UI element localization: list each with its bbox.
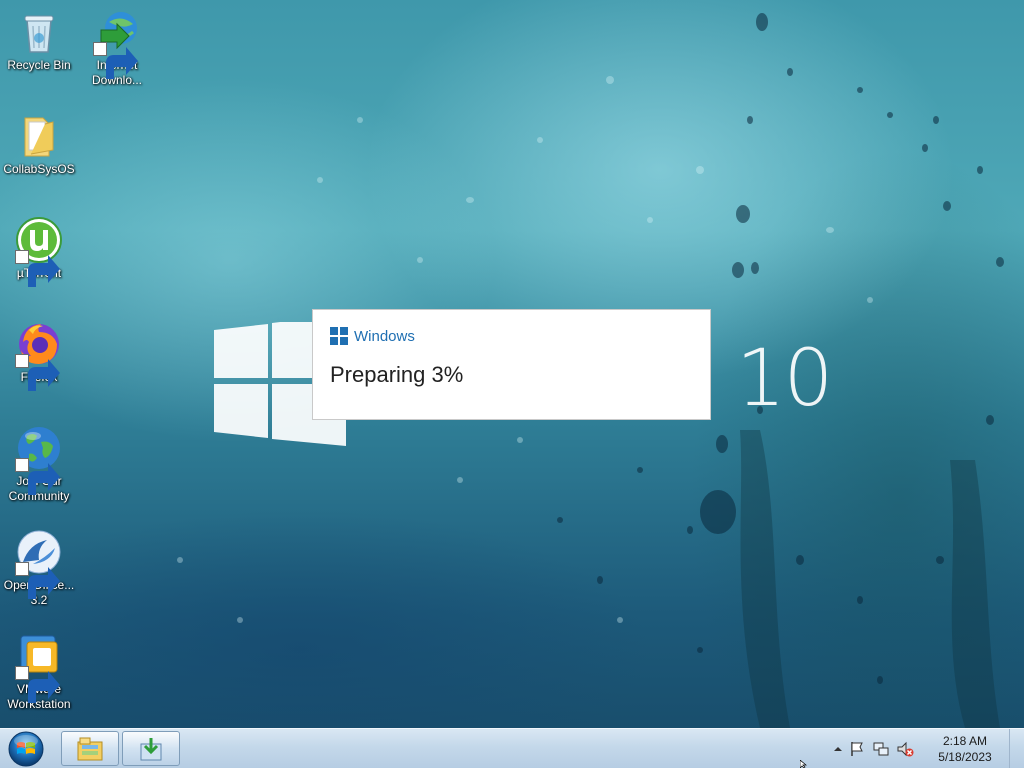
- desktop-icon-recycle-bin[interactable]: Recycle Bin: [1, 8, 77, 73]
- progress-status-text: Preparing 3%: [330, 362, 464, 387]
- shortcut-arrow-icon: [15, 354, 60, 391]
- shortcut-arrow-icon: [15, 562, 60, 599]
- taskbar: 2:18 AM 5/18/2023: [0, 728, 1024, 768]
- system-tray: 2:18 AM 5/18/2023: [826, 729, 1024, 768]
- internet-download-manager-icon: [93, 8, 141, 79]
- taskbar-button-setup[interactable]: [122, 731, 180, 766]
- windows-start-orb-icon: [8, 731, 44, 767]
- clock-time: 2:18 AM: [942, 734, 988, 748]
- folder-icon: [15, 112, 63, 160]
- setup-progress-dialog: Windows Preparing 3%: [312, 309, 711, 420]
- desktop-icon-internet-download-manager[interactable]: Internet Downlo...: [79, 8, 155, 88]
- desktop-icon-firefox[interactable]: Firefox: [1, 320, 77, 391]
- desktop-icon-join-our-community[interactable]: Join Our Community: [1, 424, 77, 504]
- desktop-icon-label: CollabSysOS: [3, 162, 75, 176]
- dialog-title: Windows: [354, 327, 415, 345]
- shortcut-arrow-icon: [93, 42, 138, 79]
- show-desktop-button[interactable]: [1009, 729, 1024, 768]
- desktop-icon-vmware-workstation[interactable]: VMware Workstation: [1, 632, 77, 712]
- shortcut-arrow-icon: [15, 250, 60, 287]
- shortcut-arrow-icon: [15, 666, 60, 703]
- wallpaper-ten-text: 10: [736, 334, 833, 424]
- desktop-icon-label: Recycle Bin: [7, 58, 71, 72]
- vmware-icon: [15, 632, 63, 703]
- dialog-header: Windows: [330, 327, 415, 345]
- desktop-icon-utorrent[interactable]: µTorrent: [1, 216, 77, 287]
- shortcut-arrow-icon: [15, 458, 60, 495]
- recycle-bin-icon: [15, 8, 63, 56]
- show-hidden-icons-arrow[interactable]: [829, 740, 842, 758]
- desktop-icon-openoffice[interactable]: OpenOffice... 3.2: [1, 528, 77, 608]
- firefox-icon: [15, 320, 63, 391]
- openoffice-icon: [15, 528, 63, 599]
- mouse-pointer-icon: [800, 760, 807, 768]
- desktop-icon-collabsysos[interactable]: CollabSysOS: [1, 112, 77, 177]
- volume-muted-icon[interactable]: [896, 740, 914, 758]
- desktop[interactable]: 10 Recycle Bin Internet Downlo...: [0, 0, 1024, 768]
- globe-icon: [15, 424, 63, 495]
- taskbar-clock[interactable]: 2:18 AM 5/18/2023: [925, 733, 1005, 765]
- start-button[interactable]: [6, 730, 46, 768]
- folder-library-icon: [77, 737, 103, 761]
- clock-date: 5/18/2023: [938, 750, 992, 764]
- utorrent-icon: [15, 216, 63, 287]
- install-setup-icon: [140, 738, 162, 761]
- network-icon[interactable]: [872, 740, 890, 758]
- taskbar-button-file-explorer[interactable]: [61, 731, 119, 766]
- windows-logo-icon: [330, 327, 348, 345]
- action-center-flag-icon[interactable]: [848, 740, 866, 758]
